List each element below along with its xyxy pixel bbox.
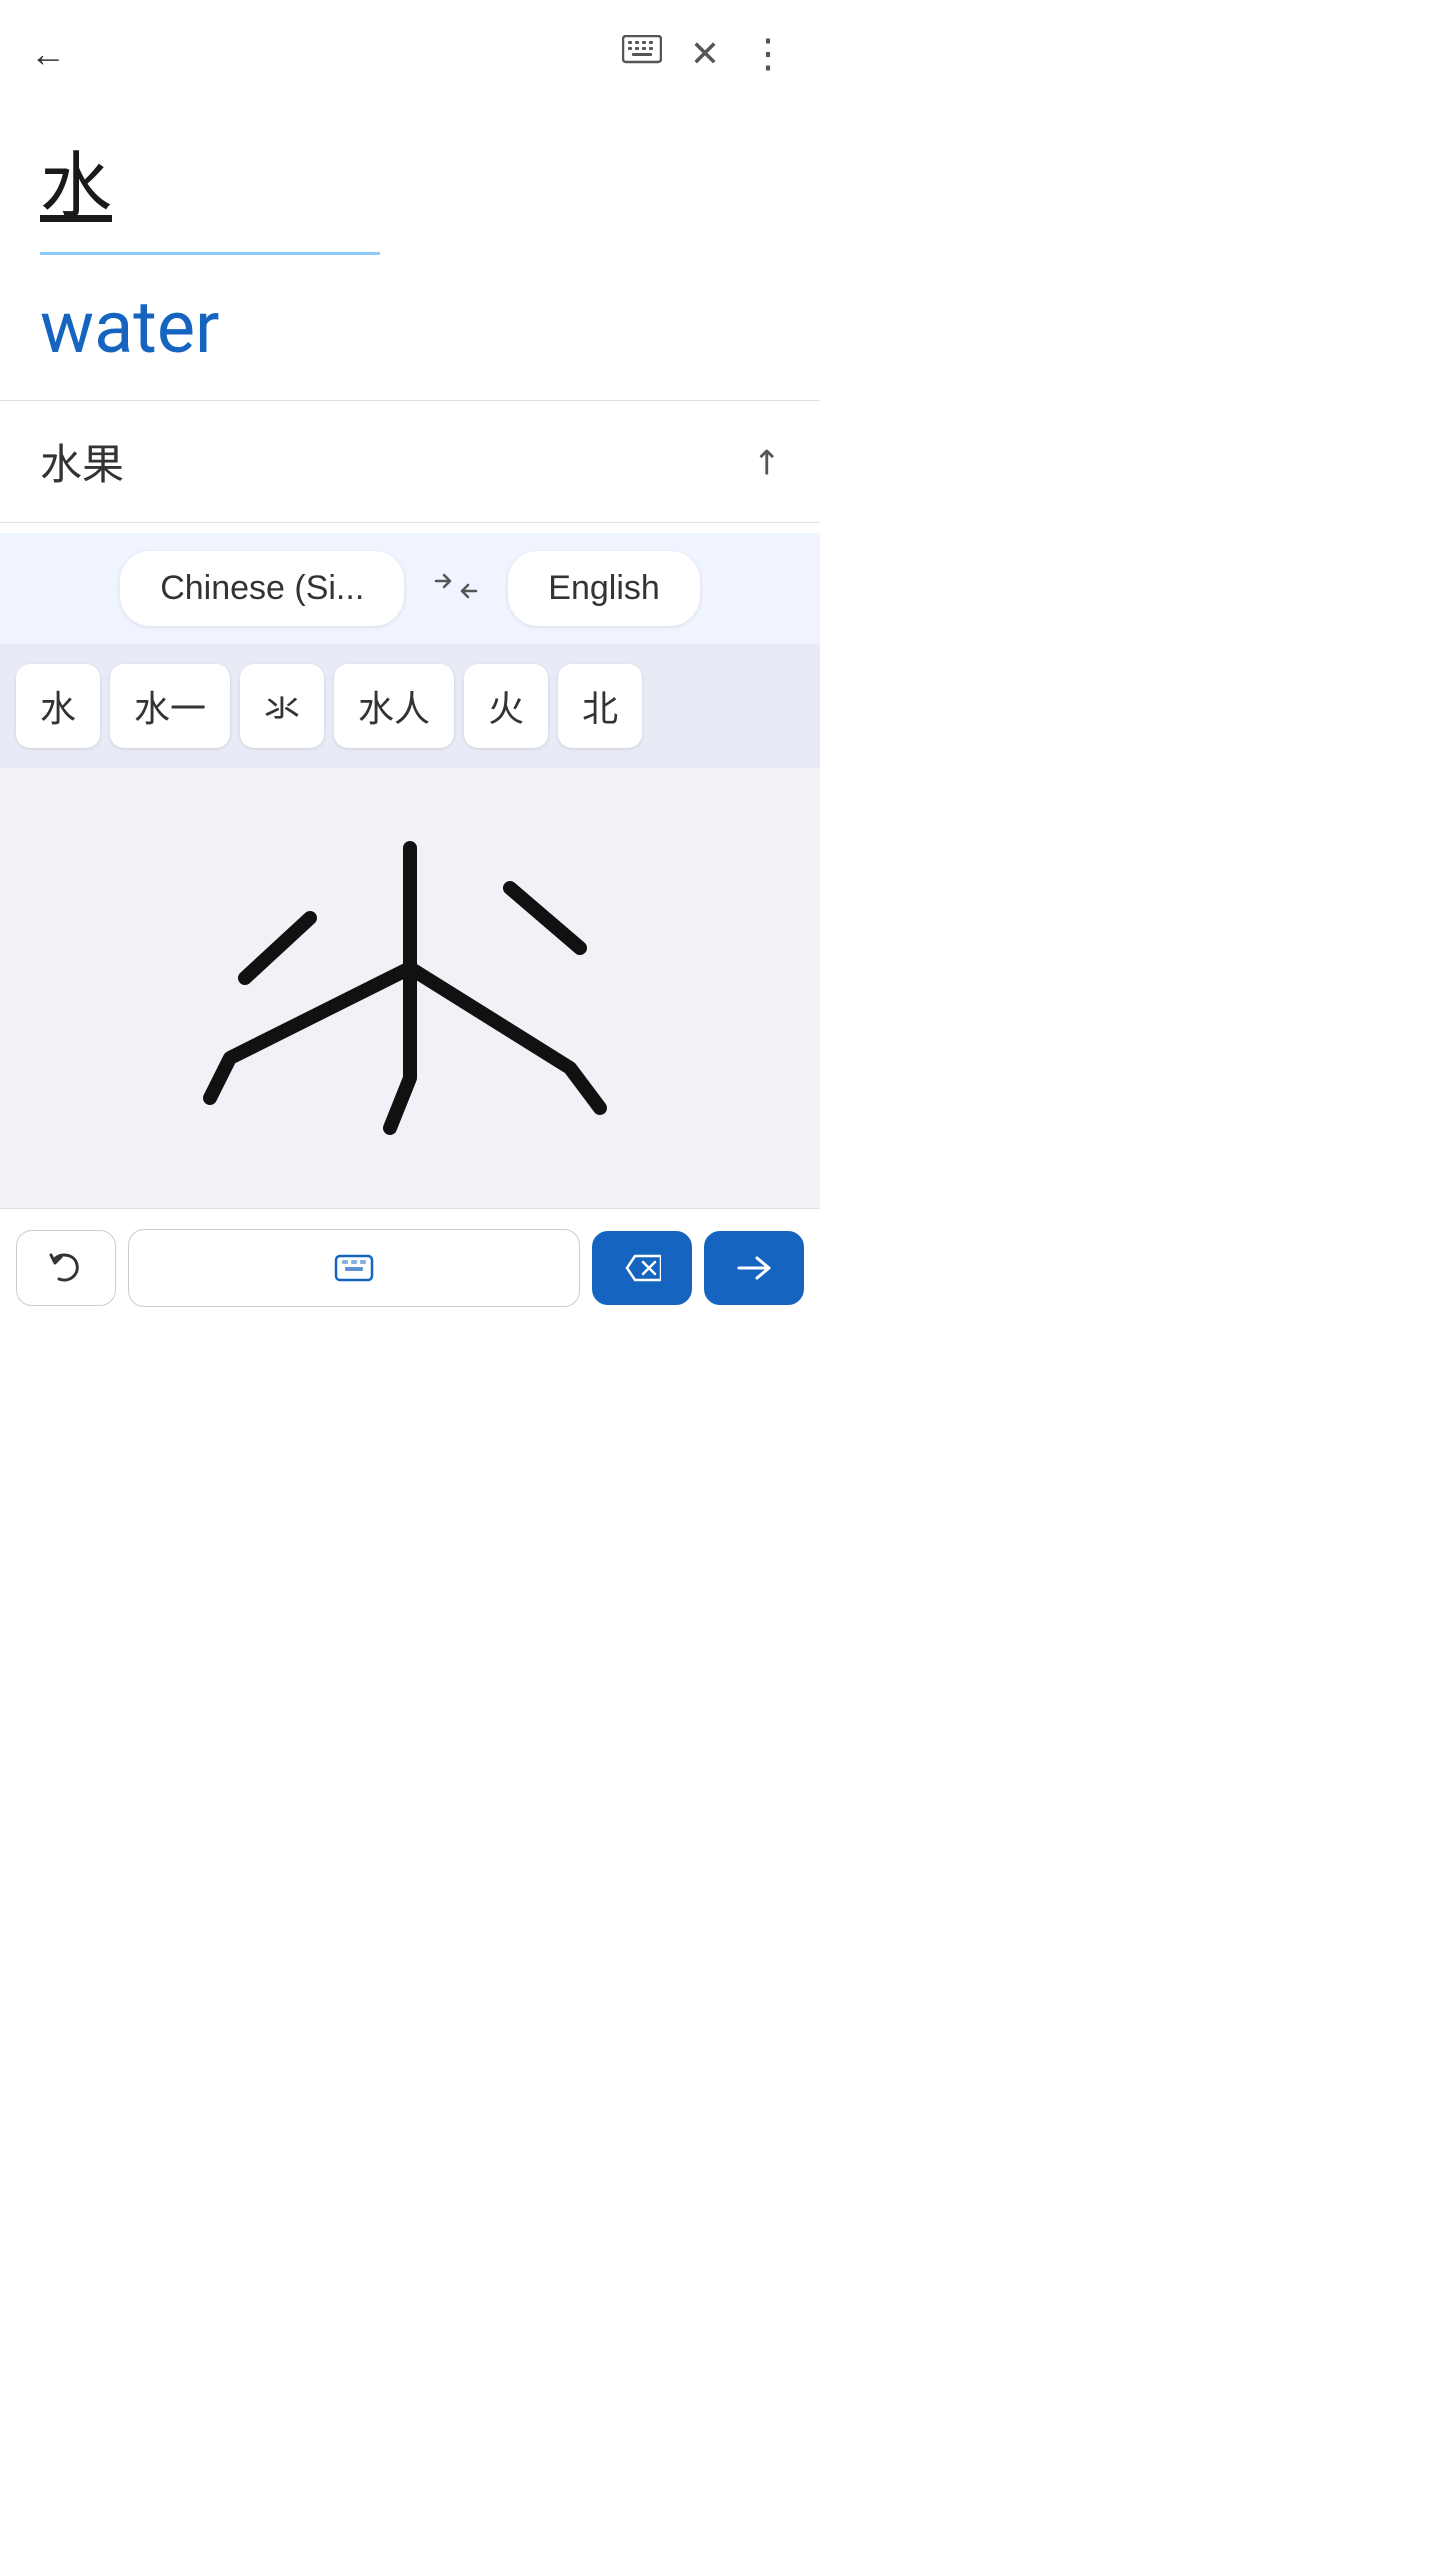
source-language-button[interactable]: Chinese (Si...: [120, 551, 404, 626]
suggestion-text: 水果: [40, 431, 124, 492]
bottom-bar: [0, 1208, 820, 1327]
delete-button[interactable]: [592, 1231, 692, 1305]
undo-button[interactable]: [16, 1230, 116, 1306]
close-button[interactable]: ✕: [690, 33, 720, 75]
char-suggestion-2[interactable]: 氺: [240, 664, 324, 748]
target-text: water: [40, 285, 780, 370]
char-suggestion-1[interactable]: 水一: [110, 664, 230, 748]
char-suggestions-bar: 水 水一 氺 水人 火 北: [0, 644, 820, 768]
handwriting-canvas[interactable]: [0, 768, 820, 1208]
suggestion-row[interactable]: 水果 ↗: [0, 400, 820, 523]
char-suggestion-5[interactable]: 北: [558, 664, 642, 748]
more-options-button[interactable]: ⋮: [748, 30, 790, 77]
source-divider: [40, 252, 380, 255]
space-button[interactable]: [128, 1229, 580, 1307]
target-language-button[interactable]: English: [508, 551, 700, 626]
expand-icon: ↗: [742, 437, 790, 485]
translation-area: 水 water: [0, 87, 820, 370]
source-text: 水: [40, 127, 780, 232]
enter-button[interactable]: [704, 1231, 804, 1305]
char-suggestion-4[interactable]: 火: [464, 664, 548, 748]
top-bar: ← ✕ ⋮: [0, 0, 820, 87]
char-suggestion-0[interactable]: 水: [16, 664, 100, 748]
top-bar-left: ←: [30, 36, 66, 72]
language-swap-button[interactable]: [404, 568, 508, 610]
top-bar-right: ✕ ⋮: [622, 30, 790, 77]
drawing-area[interactable]: [0, 768, 820, 1208]
language-selector: Chinese (Si... English: [0, 533, 820, 644]
char-suggestion-3[interactable]: 水人: [334, 664, 454, 748]
back-button[interactable]: ←: [30, 36, 66, 72]
keyboard-toggle-button[interactable]: [622, 35, 662, 73]
